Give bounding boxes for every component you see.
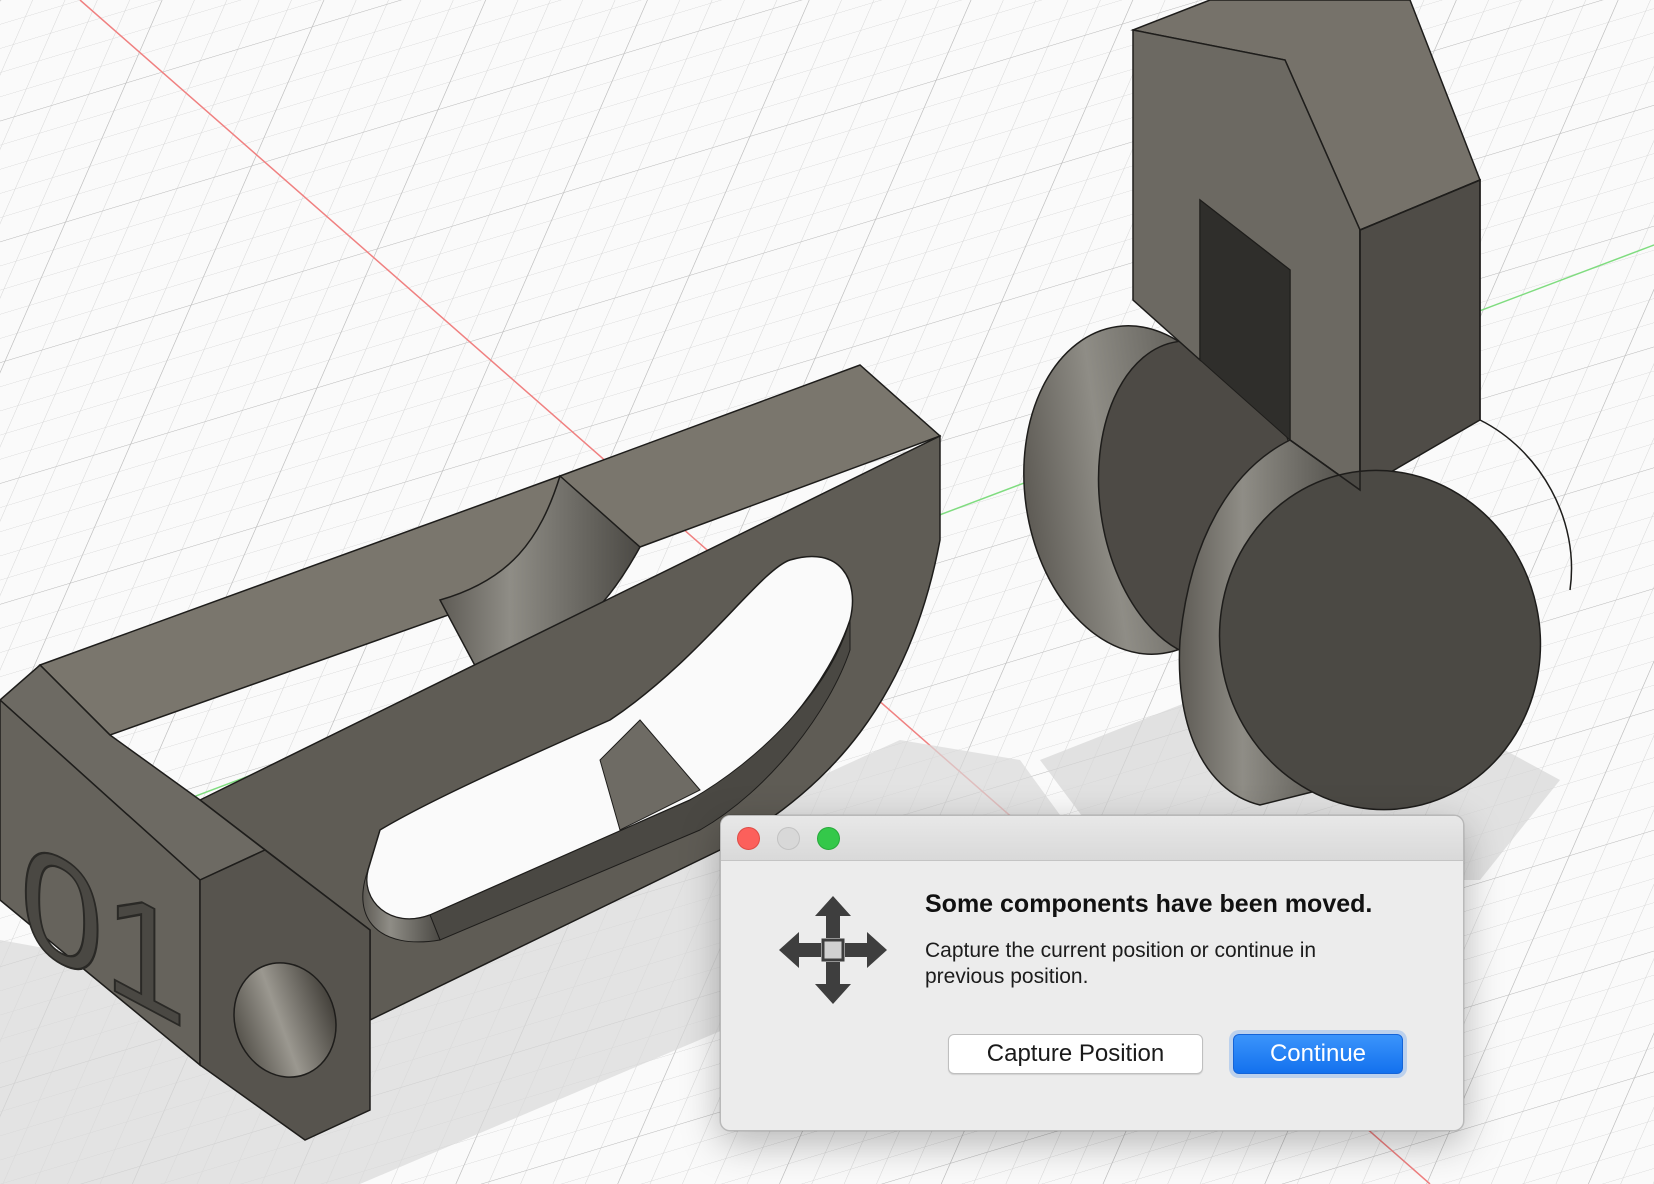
minimize-window-button xyxy=(777,827,800,850)
dialog-title: Some components have been moved. xyxy=(925,890,1373,918)
close-window-button[interactable] xyxy=(737,827,760,850)
capture-position-button[interactable]: Capture Position xyxy=(948,1034,1203,1074)
dialog-titlebar[interactable] xyxy=(721,816,1463,861)
continue-button[interactable]: Continue xyxy=(1233,1034,1403,1074)
zoom-window-button[interactable] xyxy=(817,827,840,850)
cad-viewport[interactable]: 01 Some components have been moved. Capt… xyxy=(0,0,1654,1184)
dialog-message: Capture the current position or continue… xyxy=(925,939,1317,988)
move-arrows-icon xyxy=(779,896,887,1004)
components-moved-dialog: Some components have been moved. Capture… xyxy=(720,815,1464,1131)
